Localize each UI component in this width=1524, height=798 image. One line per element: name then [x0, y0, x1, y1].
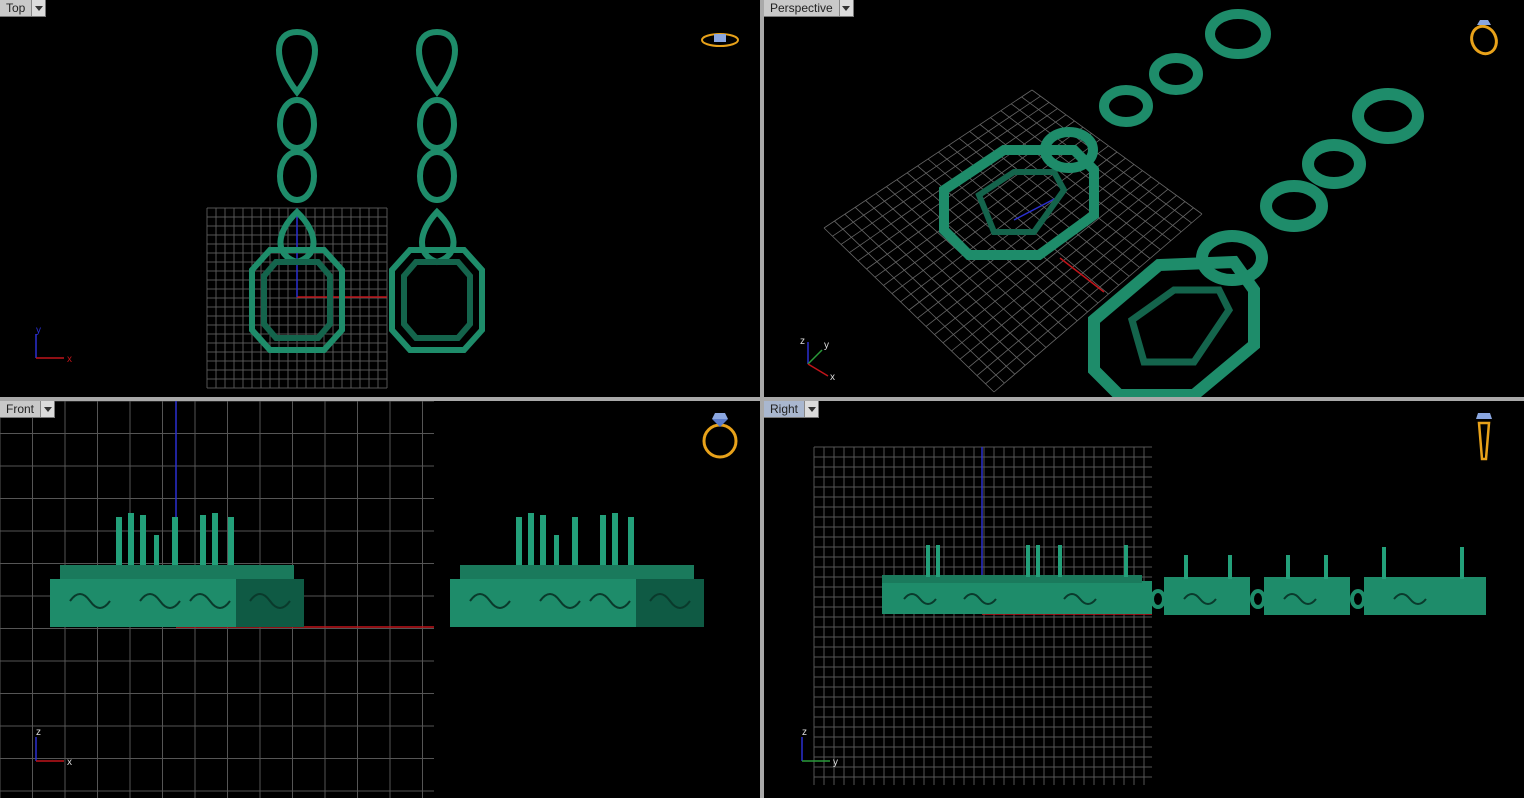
construction-grid: [823, 89, 1203, 393]
construction-grid: [813, 446, 1152, 785]
front-view-scene[interactable]: [0, 401, 760, 798]
right-view-scene[interactable]: [764, 401, 1524, 798]
viewport-menu-dropdown-icon[interactable]: [40, 401, 55, 417]
svg-text:z: z: [802, 727, 807, 738]
earring-model-front-left[interactable]: [50, 513, 304, 627]
svg-text:x: x: [67, 757, 72, 767]
world-axis-icon: z y: [801, 727, 838, 767]
svg-text:y: y: [36, 325, 41, 336]
svg-text:x: x: [67, 354, 72, 365]
ring-side-view-icon[interactable]: [1472, 409, 1496, 465]
earring-model-side[interactable]: [882, 545, 1486, 615]
viewport-title-front[interactable]: Front: [0, 401, 40, 417]
svg-text:x: x: [830, 372, 835, 383]
viewport-right[interactable]: Right z y: [764, 401, 1524, 798]
viewport-menu-dropdown-icon[interactable]: [804, 401, 819, 417]
earring-model-front-right[interactable]: [450, 513, 704, 627]
svg-text:y: y: [833, 757, 838, 767]
viewport-title-right[interactable]: Right: [764, 401, 804, 417]
ring-perspective-icon[interactable]: [1466, 16, 1502, 58]
viewport-title-top[interactable]: Top: [0, 0, 31, 16]
ring-top-view-icon[interactable]: [700, 28, 740, 50]
viewport-tab-front[interactable]: Front: [0, 401, 56, 418]
svg-text:y: y: [824, 340, 829, 351]
earring-model-front[interactable]: [1088, 88, 1424, 397]
world-axis-icon: y x: [35, 325, 72, 365]
viewport-title-perspective[interactable]: Perspective: [764, 0, 839, 16]
viewport-menu-dropdown-icon[interactable]: [838, 0, 853, 16]
viewport-tab-perspective[interactable]: Perspective: [764, 0, 854, 17]
viewport-menu-dropdown-icon[interactable]: [31, 0, 46, 16]
viewport-tab-right[interactable]: Right: [764, 401, 820, 418]
svg-text:z: z: [800, 336, 805, 347]
perspective-view-scene[interactable]: [764, 0, 1524, 397]
earring-model-right[interactable]: [389, 28, 485, 353]
viewport-perspective[interactable]: Perspective z y x: [764, 0, 1524, 397]
top-view-scene[interactable]: [0, 0, 760, 397]
viewport-top[interactable]: Top y x: [0, 0, 760, 397]
ring-front-view-icon[interactable]: [698, 409, 742, 463]
viewport-tab-top[interactable]: Top: [0, 0, 47, 17]
world-axis-icon: z y x: [800, 336, 835, 383]
viewport-front[interactable]: Front z x: [0, 401, 760, 798]
svg-text:z: z: [36, 727, 41, 738]
world-axis-icon: z x: [35, 727, 72, 767]
